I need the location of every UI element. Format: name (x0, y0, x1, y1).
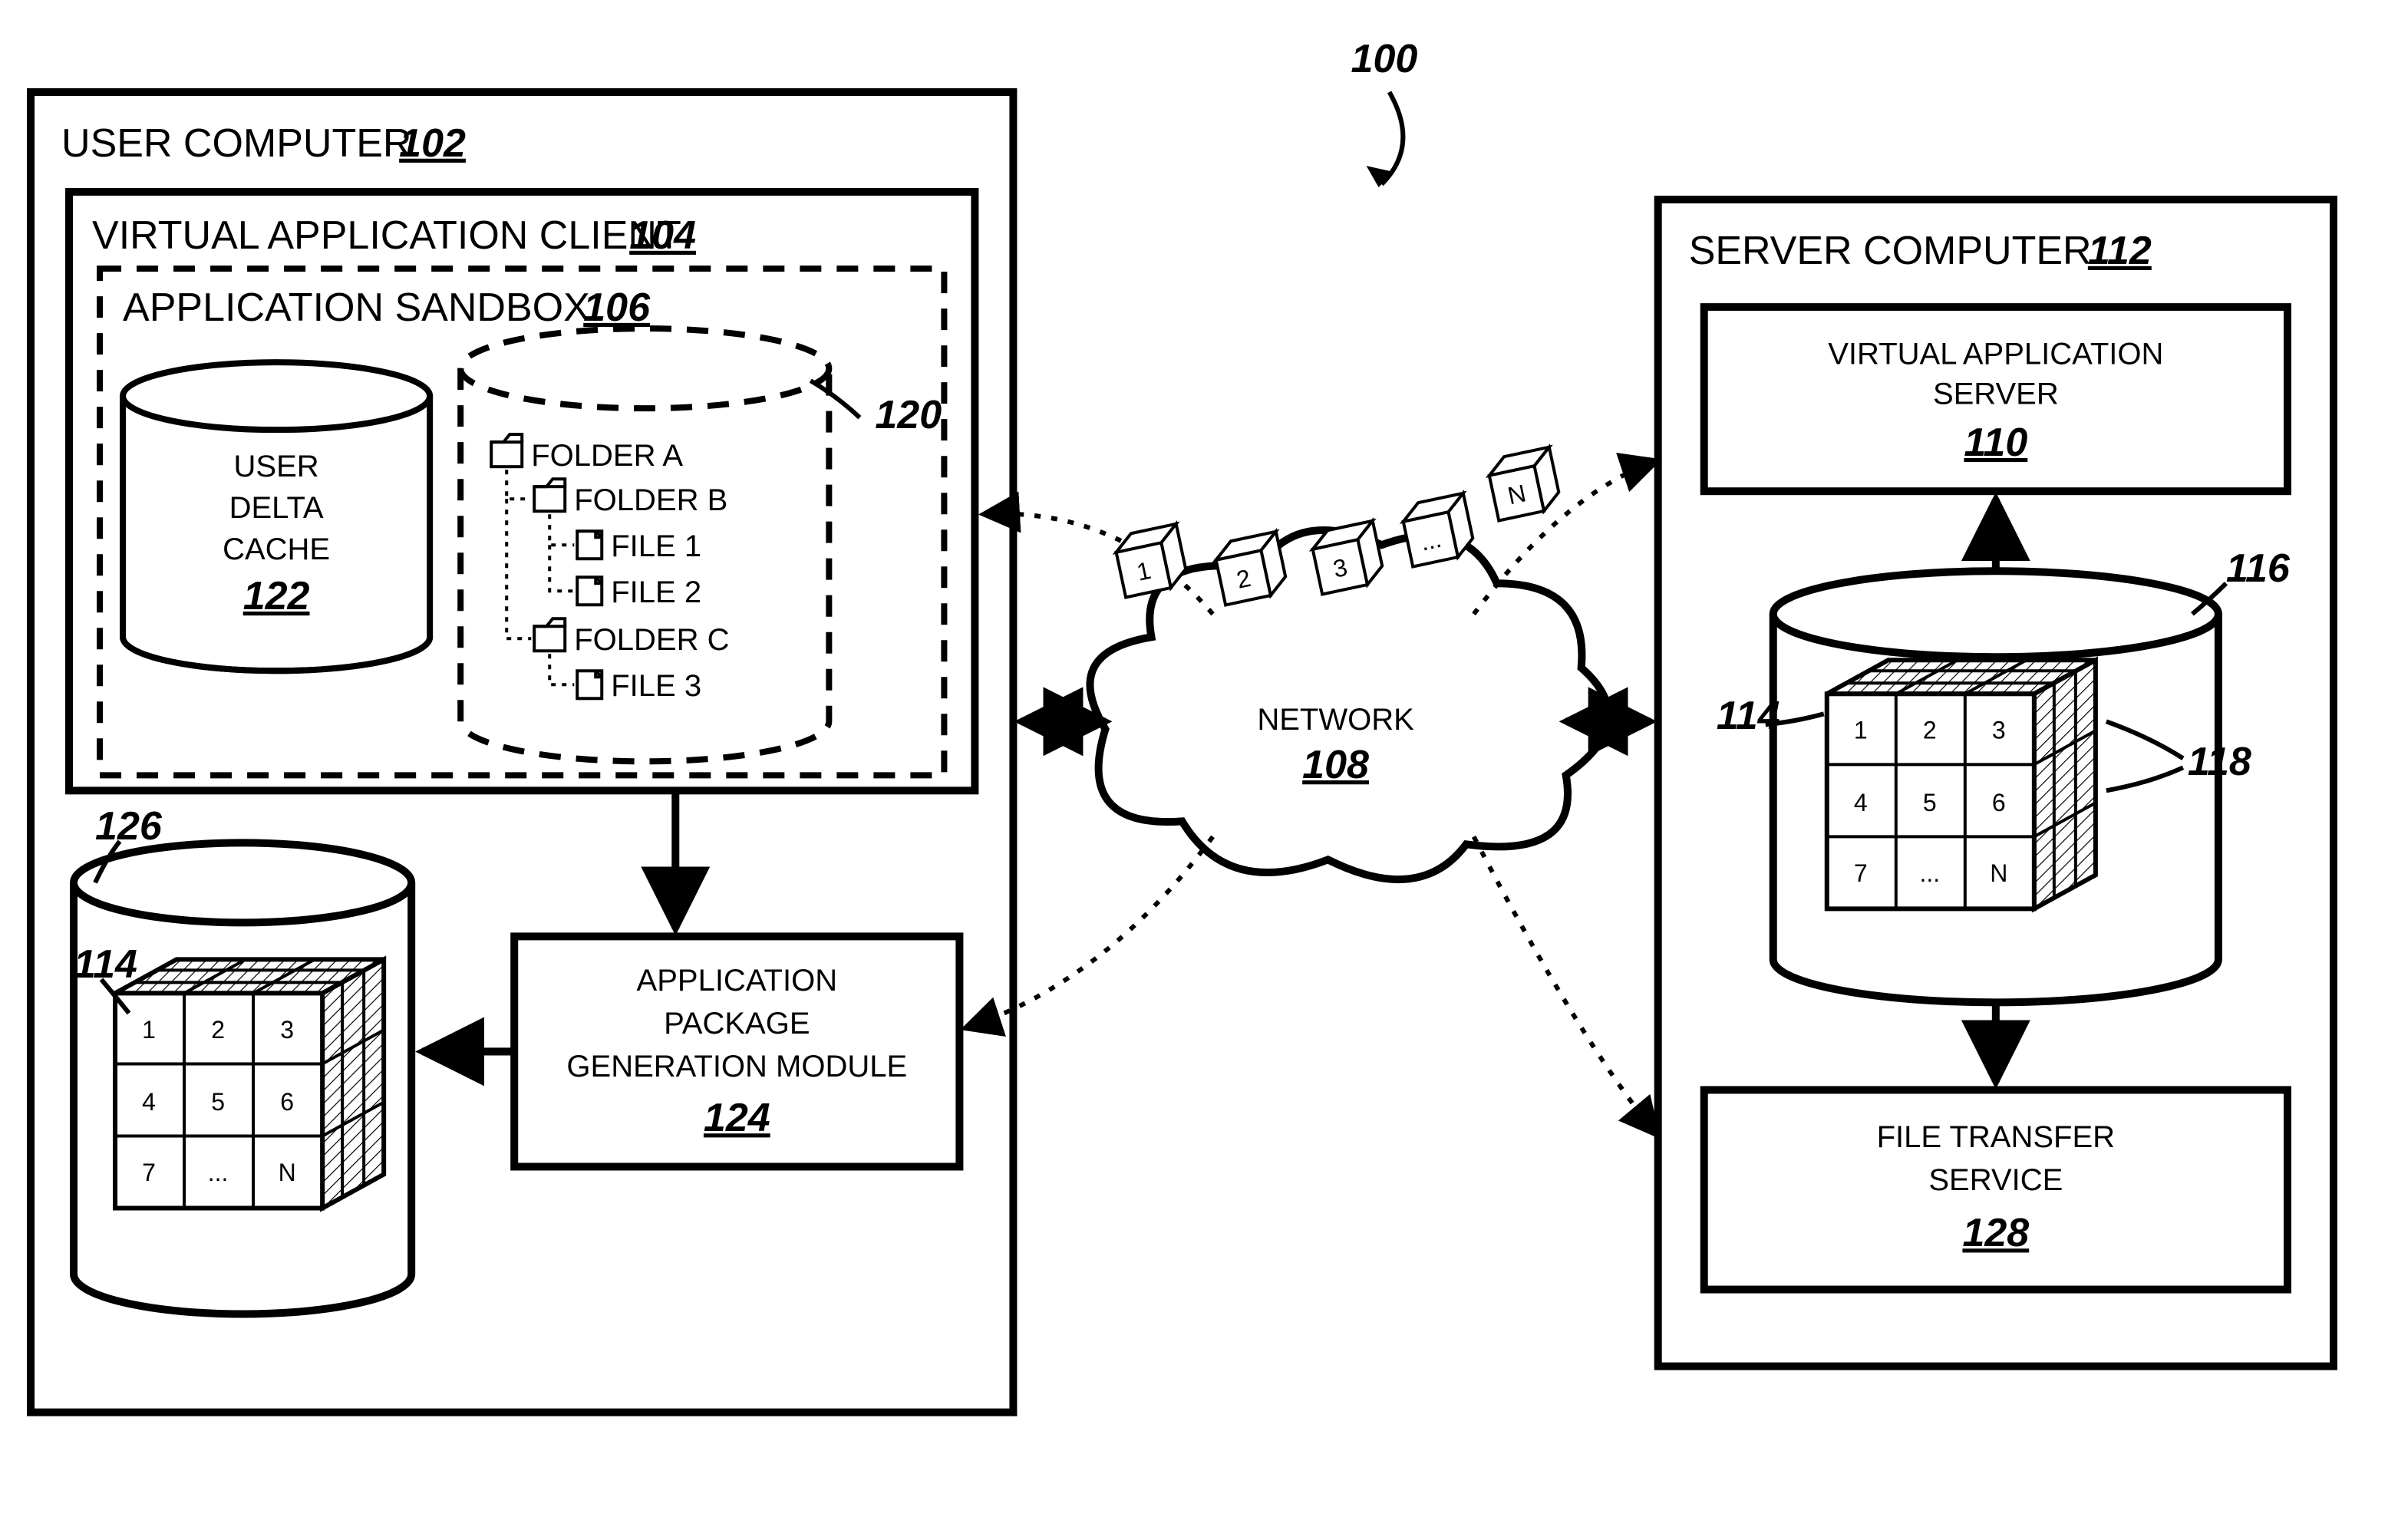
svg-text:NETWORK: NETWORK (1257, 703, 1414, 737)
svg-text:6: 6 (280, 1088, 294, 1116)
svg-text:6: 6 (1992, 789, 2006, 816)
svg-text:N: N (279, 1159, 296, 1186)
user-delta-cache: USER DELTA CACHE 122 (123, 362, 430, 671)
svg-text:112: 112 (2088, 229, 2152, 273)
virtual-application-client: VIRTUAL APPLICATION CLIENT 104 APPLICATI… (69, 192, 975, 790)
svg-text:FILE TRANSFER: FILE TRANSFER (1877, 1120, 2115, 1154)
svg-text:128: 128 (1962, 1211, 2029, 1255)
svg-text:4: 4 (142, 1088, 156, 1116)
svg-text:110: 110 (1964, 420, 2027, 465)
user-computer: USER COMPUTER 102 VIRTUAL APPLICATION CL… (31, 92, 1013, 1413)
svg-text:114: 114 (74, 942, 137, 987)
svg-text:SERVER COMPUTER: SERVER COMPUTER (1689, 229, 2092, 273)
svg-text:1: 1 (142, 1016, 156, 1044)
svg-text:5: 5 (1923, 789, 1937, 816)
server-cube: 1 2 3 4 5 6 7 ... N (1827, 660, 2096, 909)
svg-text:118: 118 (2188, 740, 2251, 784)
svg-text:3: 3 (1992, 717, 2006, 744)
svg-text:116: 116 (2226, 546, 2291, 591)
svg-text:GENERATION MODULE: GENERATION MODULE (566, 1050, 907, 1083)
svg-text:FOLDER A: FOLDER A (531, 439, 683, 473)
application-sandbox: APPLICATION SANDBOX 106 USER DELTA CACHE… (100, 269, 944, 775)
svg-text:...: ... (208, 1159, 229, 1186)
user-computer-title: USER COMPUTER (61, 121, 411, 166)
file-tree-cylinder: 120 FOLDER A FOLDER B FILE 1 FILE 2 (460, 328, 942, 761)
svg-text:VIRTUAL APPLICATION CLIENT: VIRTUAL APPLICATION CLIENT (92, 213, 681, 258)
svg-text:APPLICATION SANDBOX: APPLICATION SANDBOX (123, 285, 590, 330)
svg-text:2: 2 (1923, 717, 1937, 744)
server-computer: SERVER COMPUTER 112 VIRTUAL APPLICATION … (1658, 200, 2334, 1366)
svg-text:126: 126 (95, 804, 163, 849)
svg-text:104: 104 (629, 213, 696, 258)
svg-text:FILE 3: FILE 3 (611, 669, 701, 703)
svg-text:108: 108 (1302, 743, 1369, 787)
file-tree: FOLDER A FOLDER B FILE 1 FILE 2 FOLDER C (491, 434, 729, 703)
svg-text:N: N (1990, 859, 2007, 887)
svg-text:VIRTUAL APPLICATION: VIRTUAL APPLICATION (1828, 338, 2163, 371)
svg-text:106: 106 (583, 285, 651, 330)
svg-text:122: 122 (243, 574, 310, 618)
svg-text:DELTA: DELTA (229, 491, 324, 525)
svg-text:120: 120 (875, 393, 942, 437)
local-cube: 1 2 3 4 5 6 7 ... N (115, 959, 384, 1208)
svg-text:114: 114 (1717, 694, 1780, 738)
virtual-app-server: VIRTUAL APPLICATION SERVER 110 (1704, 307, 2288, 491)
svg-text:5: 5 (211, 1088, 225, 1116)
svg-text:2: 2 (211, 1016, 225, 1044)
svg-text:PACKAGE: PACKAGE (664, 1007, 810, 1040)
svg-text:FOLDER B: FOLDER B (574, 483, 727, 517)
svg-text:SERVICE: SERVICE (1928, 1163, 2063, 1197)
svg-text:FOLDER C: FOLDER C (574, 623, 729, 657)
svg-text:FILE 1: FILE 1 (611, 529, 701, 563)
svg-text:SERVER: SERVER (1933, 378, 2059, 411)
user-computer-ref: 102 (399, 121, 466, 166)
figure-ref: 100 (1351, 37, 1418, 187)
architecture-diagram: 100 USER COMPUTER 102 VIRTUAL APPLICATIO… (0, 0, 2398, 1540)
file-transfer-service: FILE TRANSFER SERVICE 128 (1704, 1090, 2288, 1289)
svg-text:CACHE: CACHE (223, 533, 330, 566)
svg-text:4: 4 (1854, 789, 1868, 816)
svg-text:1: 1 (1854, 717, 1868, 744)
svg-text:100: 100 (1351, 37, 1418, 81)
svg-text:7: 7 (1854, 859, 1868, 887)
svg-text:3: 3 (280, 1016, 294, 1044)
svg-text:...: ... (1919, 859, 1940, 887)
svg-text:USER: USER (234, 450, 319, 483)
svg-text:FILE 2: FILE 2 (611, 575, 701, 609)
svg-text:124: 124 (704, 1096, 770, 1140)
svg-text:APPLICATION: APPLICATION (637, 964, 838, 998)
app-package-gen-module: APPLICATION PACKAGE GENERATION MODULE 12… (514, 936, 959, 1166)
svg-text:7: 7 (142, 1159, 156, 1186)
